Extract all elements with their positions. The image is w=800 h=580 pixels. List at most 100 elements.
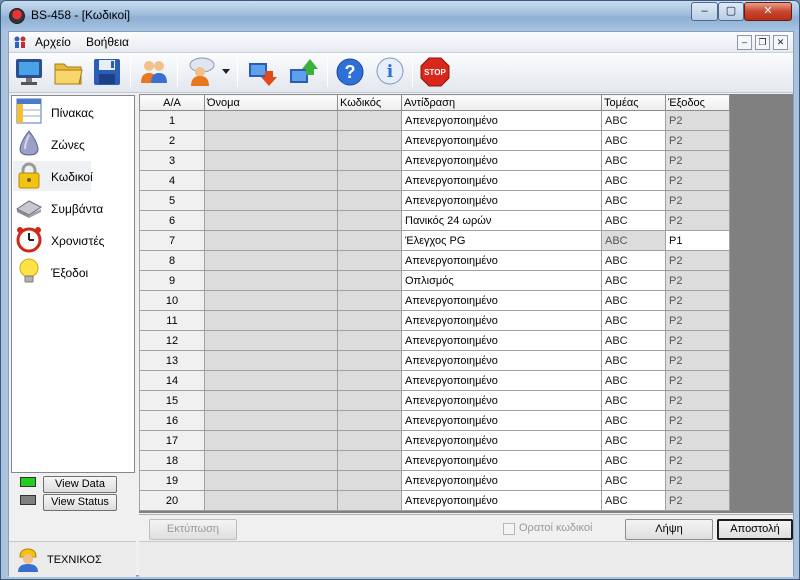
column-header-sector[interactable]: Τομέας xyxy=(601,94,666,111)
code-cell[interactable] xyxy=(337,130,402,151)
minimize-button[interactable]: ‒ xyxy=(691,2,718,21)
code-cell[interactable] xyxy=(337,270,402,291)
sector-cell[interactable]: ABC xyxy=(601,310,666,331)
code-cell[interactable] xyxy=(337,350,402,371)
column-header-name[interactable]: Όνομα xyxy=(204,94,338,111)
sidebar-item-timers[interactable]: Χρονιστές xyxy=(13,225,133,255)
help-icon[interactable]: ? xyxy=(333,55,367,89)
app-logo-icon[interactable] xyxy=(9,8,25,24)
name-cell[interactable] xyxy=(204,270,338,291)
child-close-button[interactable]: ✕ xyxy=(773,35,788,50)
close-button[interactable]: ✕ xyxy=(744,2,792,21)
table-row[interactable]: 12 Απενεργοποιημένο ABC P2 xyxy=(139,330,730,351)
exit-cell[interactable]: P2 xyxy=(665,390,730,411)
exit-cell[interactable]: P2 xyxy=(665,290,730,311)
reaction-cell[interactable]: Απενεργοποιημένο xyxy=(401,370,602,391)
view-status-button[interactable]: View Status xyxy=(43,494,117,511)
table-row[interactable]: 9 Οπλισμός ABC P2 xyxy=(139,270,730,291)
sector-cell[interactable]: ABC xyxy=(601,170,666,191)
code-cell[interactable] xyxy=(337,230,402,251)
name-cell[interactable] xyxy=(204,330,338,351)
child-window-icon[interactable] xyxy=(13,35,27,49)
code-cell[interactable] xyxy=(337,330,402,351)
send-button[interactable]: Αποστολή xyxy=(717,519,793,540)
sidebar-item-outputs[interactable]: Έξοδοι xyxy=(13,257,133,287)
exit-cell[interactable]: P2 xyxy=(665,170,730,191)
exit-cell[interactable]: P2 xyxy=(665,350,730,371)
receive-button[interactable]: Λήψη xyxy=(625,519,713,540)
sector-cell[interactable]: ABC xyxy=(601,250,666,271)
code-cell[interactable] xyxy=(337,210,402,231)
exit-cell[interactable]: P2 xyxy=(665,450,730,471)
code-cell[interactable] xyxy=(337,490,402,511)
code-cell[interactable] xyxy=(337,110,402,131)
table-row[interactable]: 1 Απενεργοποιημένο ABC P2 xyxy=(139,110,730,131)
sector-cell[interactable]: ABC xyxy=(601,110,666,131)
code-cell[interactable] xyxy=(337,190,402,211)
name-cell[interactable] xyxy=(204,490,338,511)
name-cell[interactable] xyxy=(204,250,338,271)
name-cell[interactable] xyxy=(204,430,338,451)
code-cell[interactable] xyxy=(337,470,402,491)
exit-cell[interactable]: P2 xyxy=(665,150,730,171)
exit-cell[interactable]: P2 xyxy=(665,270,730,291)
code-cell[interactable] xyxy=(337,390,402,411)
sector-cell[interactable]: ABC xyxy=(601,350,666,371)
reaction-cell[interactable]: Έλεγχος PG xyxy=(401,230,602,251)
reaction-cell[interactable]: Απενεργοποιημένο xyxy=(401,290,602,311)
table-row[interactable]: 20 Απενεργοποιημένο ABC P2 xyxy=(139,490,730,511)
table-row[interactable]: 13 Απενεργοποιημένο ABC P2 xyxy=(139,350,730,371)
sector-cell[interactable]: ABC xyxy=(601,390,666,411)
code-cell[interactable] xyxy=(337,150,402,171)
reaction-cell[interactable]: Απενεργοποιημένο xyxy=(401,390,602,411)
reaction-cell[interactable]: Απενεργοποιημένο xyxy=(401,150,602,171)
child-restore-button[interactable]: ❐ xyxy=(755,35,770,50)
maximize-button[interactable]: ▢ xyxy=(718,2,744,21)
table-row[interactable]: 4 Απενεργοποιημένο ABC P2 xyxy=(139,170,730,191)
code-cell[interactable] xyxy=(337,410,402,431)
code-cell[interactable] xyxy=(337,370,402,391)
open-folder-icon[interactable] xyxy=(51,55,85,89)
name-cell[interactable] xyxy=(204,310,338,331)
reaction-cell[interactable]: Απενεργοποιημένο xyxy=(401,410,602,431)
name-cell[interactable] xyxy=(204,170,338,191)
table-row[interactable]: 7 Έλεγχος PG ABC P1 xyxy=(139,230,730,251)
reaction-cell[interactable]: Απενεργοποιημένο xyxy=(401,330,602,351)
sidebar-item-codes[interactable]: Κωδικοί xyxy=(13,161,93,191)
reaction-cell[interactable]: Οπλισμός xyxy=(401,270,602,291)
table-row[interactable]: 10 Απενεργοποιημένο ABC P2 xyxy=(139,290,730,311)
title-bar[interactable]: BS-458 - [Κωδικοί] ‒ ▢ ✕ xyxy=(1,1,799,31)
table-row[interactable]: 18 Απενεργοποιημένο ABC P2 xyxy=(139,450,730,471)
exit-cell[interactable]: P2 xyxy=(665,210,730,231)
name-cell[interactable] xyxy=(204,230,338,251)
view-data-button[interactable]: View Data xyxy=(43,476,117,493)
menu-file[interactable]: Αρχείο xyxy=(35,35,71,49)
exit-cell[interactable]: P2 xyxy=(665,130,730,151)
exit-cell[interactable]: P2 xyxy=(665,370,730,391)
sector-cell[interactable]: ABC xyxy=(601,470,666,491)
sidebar-item-events[interactable]: Συμβάντα xyxy=(13,193,133,223)
table-row[interactable]: 19 Απενεργοποιημένο ABC P2 xyxy=(139,470,730,491)
table-row[interactable]: 6 Πανικός 24 ωρών ABC P2 xyxy=(139,210,730,231)
sector-cell[interactable]: ABC xyxy=(601,150,666,171)
exit-cell[interactable]: P2 xyxy=(665,250,730,271)
name-cell[interactable] xyxy=(204,370,338,391)
table-row[interactable]: 16 Απενεργοποιημένο ABC P2 xyxy=(139,410,730,431)
exit-cell[interactable]: P2 xyxy=(665,190,730,211)
monitor-icon[interactable] xyxy=(12,55,46,89)
sector-cell[interactable]: ABC xyxy=(601,450,666,471)
sidebar-item-zones[interactable]: Ζώνες xyxy=(13,129,133,159)
reaction-cell[interactable]: Απενεργοποιημένο xyxy=(401,450,602,471)
table-row[interactable]: 2 Απενεργοποιημένο ABC P2 xyxy=(139,130,730,151)
sector-cell[interactable]: ABC xyxy=(601,230,666,251)
code-cell[interactable] xyxy=(337,290,402,311)
exit-cell[interactable]: P2 xyxy=(665,430,730,451)
stop-icon[interactable]: STOP xyxy=(418,55,452,89)
code-cell[interactable] xyxy=(337,430,402,451)
sector-cell[interactable]: ABC xyxy=(601,490,666,511)
table-row[interactable]: 17 Απενεργοποιημένο ABC P2 xyxy=(139,430,730,451)
sidebar-item-panel[interactable]: Πίνακας xyxy=(13,97,133,127)
table-row[interactable]: 14 Απενεργοποιημένο ABC P2 xyxy=(139,370,730,391)
name-cell[interactable] xyxy=(204,350,338,371)
column-header-code[interactable]: Κωδικός xyxy=(337,94,402,111)
